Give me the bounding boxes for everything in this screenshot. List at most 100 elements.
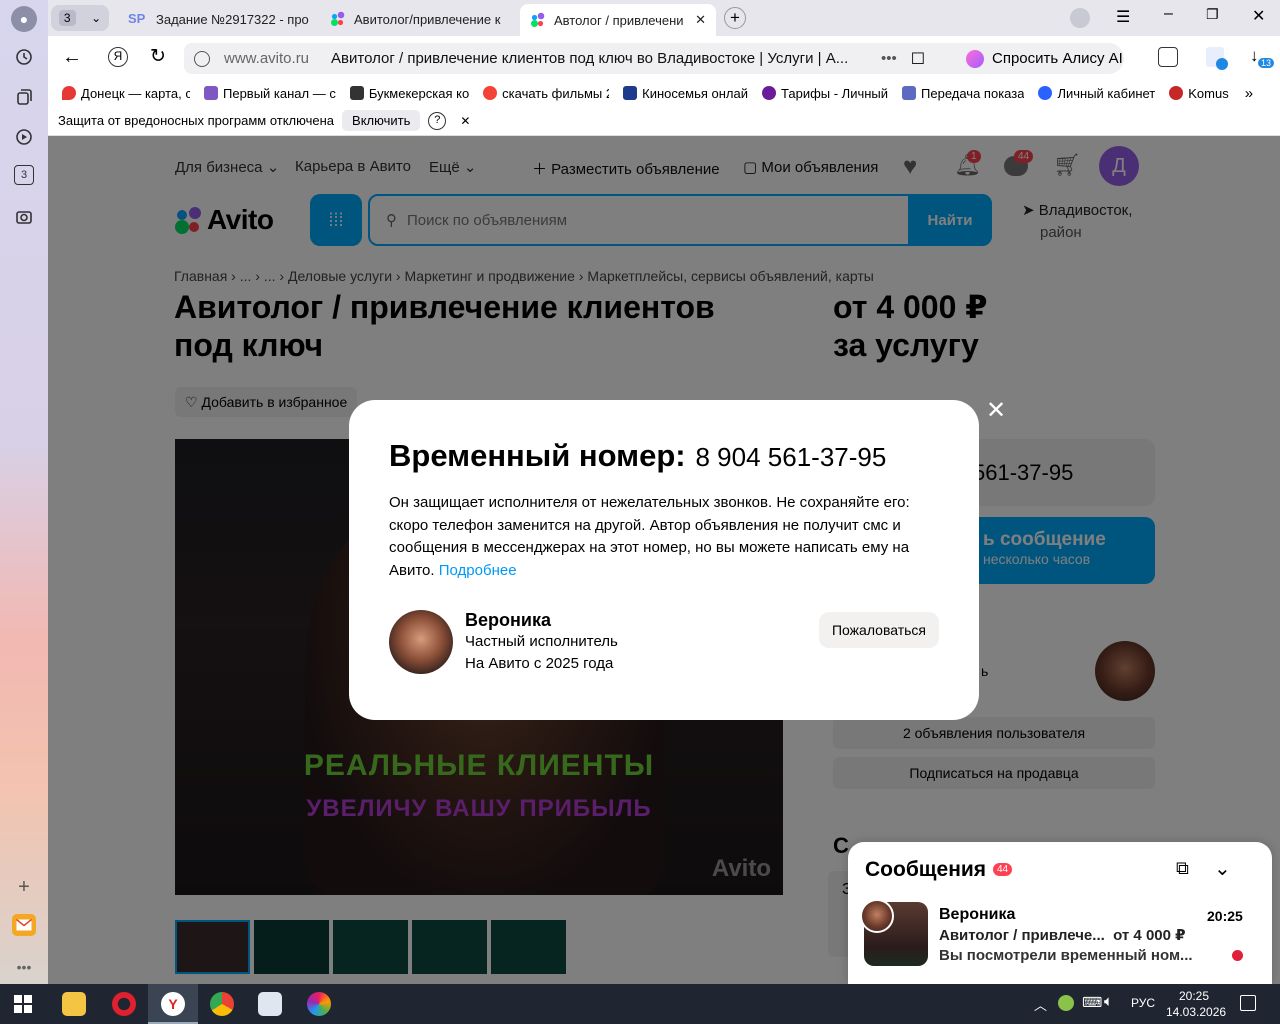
screenshot-icon[interactable] xyxy=(12,205,36,229)
infobar-enable-button[interactable]: Включить xyxy=(342,110,421,131)
add-icon[interactable]: + xyxy=(12,875,36,899)
bookmark-label: Komus xyxy=(1188,85,1229,101)
seller-avatar[interactable] xyxy=(389,610,453,674)
more-link[interactable]: Подробнее xyxy=(439,562,517,579)
infobar-close-icon[interactable]: ✕ xyxy=(460,114,470,128)
yandex-bookmark-icon xyxy=(483,86,498,100)
opera-icon[interactable] xyxy=(112,992,136,1016)
seller-since: На Авито с 2025 года xyxy=(465,655,614,672)
bookmark-label: скачать фильмы 2 xyxy=(502,85,610,101)
avito-favicon-icon xyxy=(530,12,546,28)
tab-label: Задание №2917322 - про xyxy=(156,11,309,27)
tray-chevron-icon[interactable]: ︿ xyxy=(1034,995,1047,1014)
chrome-icon[interactable] xyxy=(210,992,234,1016)
language-indicator[interactable]: РУС xyxy=(1131,996,1155,1010)
tray-app-icon[interactable] xyxy=(1058,995,1074,1011)
meter-icon xyxy=(902,86,917,100)
open-external-icon[interactable]: ⧉ xyxy=(1176,858,1189,879)
address-bar[interactable]: www.avito.ru Авитолог / привлечение клие… xyxy=(184,43,994,74)
bookmark-item[interactable]: Личный кабинет xyxy=(1038,86,1155,101)
browser-sidebar: ● 3 + ••• xyxy=(0,0,48,984)
reader-icon[interactable] xyxy=(1158,47,1178,67)
network-icon[interactable]: ⌨︎ xyxy=(1082,994,1102,1011)
new-tab-button[interactable]: + xyxy=(724,7,746,29)
tab-zadanie[interactable]: SP Задание №2917322 - про xyxy=(118,4,314,34)
url-page-title: Авитолог / привлечение клиентов под ключ… xyxy=(331,50,849,67)
bookmark-label: Донецк — карта, с xyxy=(81,85,190,101)
account-icon[interactable] xyxy=(1070,8,1090,28)
chat-name[interactable]: Вероника xyxy=(939,906,1015,924)
bookmark-item[interactable]: Букмекерская ко xyxy=(349,86,469,101)
file-explorer-icon[interactable] xyxy=(62,992,86,1016)
help-icon[interactable]: ? xyxy=(428,111,447,130)
mail-icon[interactable] xyxy=(12,914,36,936)
control-panel-icon[interactable] xyxy=(258,992,282,1016)
temporary-phone[interactable]: 8 904 561-37-95 xyxy=(696,442,887,472)
notifications-icon[interactable] xyxy=(1240,995,1256,1011)
bookmarks-bar: Донецк — карта, с Первый канал — с Букме… xyxy=(48,80,1280,106)
history-icon[interactable] xyxy=(12,45,36,69)
back-icon[interactable]: ← xyxy=(62,46,82,69)
bookmark-item[interactable]: Первый канал — с xyxy=(204,86,336,101)
bookmark-item[interactable]: Донецк — карта, с xyxy=(62,86,190,101)
bookmark-item[interactable]: Тарифы - Личный xyxy=(762,86,888,101)
app-icon[interactable] xyxy=(307,992,331,1016)
minimize-icon[interactable]: – xyxy=(1164,5,1173,23)
tab-strip: 3 ⌄ SP Задание №2917322 - про Авитолог/п… xyxy=(48,0,1280,36)
sp-icon: SP xyxy=(128,11,146,26)
chat-preview: Вы посмотрели временный ном... xyxy=(939,947,1193,964)
tab-label: Автолог / привлечени xyxy=(554,12,684,28)
translate-icon[interactable] xyxy=(1206,47,1228,70)
modal-description: Он защищает исполнителя от нежелательных… xyxy=(389,492,939,582)
messages-badge: 44 xyxy=(993,863,1013,876)
bookmark-label: Первый канал — с xyxy=(223,85,336,101)
alice-label: Спросить Алису AI xyxy=(992,50,1123,67)
taskbar: Y ︿ ⌨︎ 🔈︎ РУС 20:25 14.03.2026 xyxy=(0,984,1280,1024)
windows-start-icon[interactable] xyxy=(14,995,32,1016)
tab-close-icon[interactable]: ✕ xyxy=(695,12,706,28)
seller-type: Частный исполнитель xyxy=(465,633,618,650)
tab-count-icon[interactable]: 3 xyxy=(14,165,34,185)
bookmark-item[interactable]: Komus xyxy=(1169,85,1229,101)
close-window-icon[interactable]: ✕ xyxy=(1252,6,1265,26)
unread-dot xyxy=(1232,950,1243,961)
profile-icon[interactable]: ● xyxy=(11,6,37,32)
play-icon[interactable] xyxy=(12,125,36,149)
bookmarks-more-icon[interactable]: » xyxy=(1245,85,1253,102)
collections-icon[interactable] xyxy=(12,85,36,109)
yandex-icon[interactable]: Я xyxy=(108,47,128,67)
bookmark-item[interactable]: Киносемья онлай xyxy=(623,86,748,101)
report-button[interactable]: Пожаловаться xyxy=(819,612,939,648)
messages-title: Сообщения xyxy=(865,858,987,881)
bookmark-item[interactable]: Передача показа xyxy=(902,86,1024,101)
volume-icon[interactable]: 🔈︎ xyxy=(1104,993,1113,1010)
modal-close-icon[interactable]: ✕ xyxy=(986,396,1006,425)
url-host: www.avito.ru xyxy=(224,50,310,67)
restore-icon[interactable]: ❐ xyxy=(1206,6,1219,23)
yandex-browser-task[interactable]: Y xyxy=(148,984,198,1024)
tab-avitolog-active[interactable]: Автолог / привлечени ✕ xyxy=(520,4,716,36)
bookmark-label: Киносемья онлай xyxy=(642,85,748,101)
tab-group-count: 3 xyxy=(58,10,76,26)
menu-icon[interactable]: ☰ xyxy=(1116,7,1130,27)
bookmark-item[interactable]: скачать фильмы 2 xyxy=(483,86,609,101)
seller-name[interactable]: Вероника xyxy=(465,609,618,631)
avito-favicon-icon xyxy=(330,11,346,27)
tab-label: Авитолог/привлечение к xyxy=(354,11,501,27)
tab-avitolog-1[interactable]: Авитолог/привлечение к xyxy=(320,4,520,34)
infobar: Защита от вредоносных программ отключена… xyxy=(48,106,1280,136)
reload-icon[interactable]: ↻ xyxy=(150,45,166,68)
address-row: ← Я ↻ www.avito.ru Авитолог / привлечени… xyxy=(48,36,1280,80)
modal-header: Временный номер: 8 904 561-37-95 xyxy=(389,438,886,474)
more-icon[interactable]: ••• xyxy=(12,955,36,979)
collapse-chevron-icon[interactable]: ⌄ xyxy=(1214,856,1231,881)
more-dots-icon[interactable]: ••• xyxy=(881,50,897,67)
chat-ad-price: от 4 000 ₽ xyxy=(1113,927,1186,944)
messages-panel: Сообщения 44 ⧉ ⌄ Вероника 20:25 Авитолог… xyxy=(848,842,1272,984)
clock[interactable]: 20:25 14.03.2026 xyxy=(1166,988,1227,1020)
clock-date: 14.03.2026 xyxy=(1166,1005,1227,1019)
shield-icon[interactable] xyxy=(194,50,210,67)
bookmark-icon[interactable]: ☐ xyxy=(911,49,925,69)
tab-group[interactable]: 3 ⌄ xyxy=(51,5,109,31)
alice-button[interactable]: Спросить Алису AI xyxy=(956,43,1124,74)
